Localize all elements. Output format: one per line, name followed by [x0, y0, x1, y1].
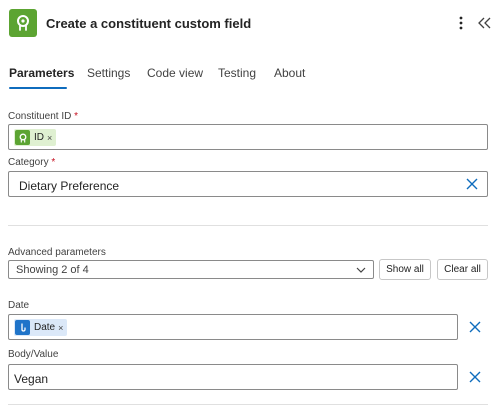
- connector-logo-icon: [9, 9, 37, 37]
- body-value-text: Vegan: [14, 372, 49, 386]
- collapse-panel-icon[interactable]: [476, 12, 494, 34]
- tab-bar: Parameters Settings Code view Testing Ab…: [0, 60, 500, 92]
- dropdown-selected-value: Showing 2 of 4: [16, 264, 89, 276]
- date-field[interactable]: Date ×: [8, 314, 458, 340]
- panel-header: Create a constituent custom field: [0, 0, 500, 46]
- chevron-down-icon: [356, 267, 366, 273]
- body-value-field[interactable]: Vegan: [8, 364, 458, 390]
- connector-token-icon: [15, 130, 30, 145]
- constituent-id-label: Constituent ID *: [8, 111, 79, 122]
- show-all-button[interactable]: Show all: [379, 259, 431, 280]
- token-label: ID: [34, 132, 44, 143]
- page-title: Create a constituent custom field: [46, 16, 252, 31]
- clear-body-value-icon[interactable]: [466, 368, 484, 386]
- body-value-label: Body/Value: [8, 349, 59, 360]
- active-tab-indicator: [9, 87, 67, 89]
- tab-parameters[interactable]: Parameters: [9, 66, 74, 80]
- category-label: Category *: [8, 157, 56, 168]
- date-label: Date: [8, 300, 30, 311]
- advanced-parameters-dropdown[interactable]: Showing 2 of 4: [8, 260, 374, 279]
- constituent-id-token[interactable]: ID ×: [14, 129, 57, 146]
- tab-code-view[interactable]: Code view: [147, 66, 203, 80]
- category-field[interactable]: Dietary Preference: [8, 171, 488, 197]
- tab-testing[interactable]: Testing: [218, 66, 256, 80]
- clear-all-button[interactable]: Clear all: [437, 259, 488, 280]
- category-value: Dietary Preference: [19, 179, 120, 193]
- tab-about[interactable]: About: [274, 66, 305, 80]
- clear-date-icon[interactable]: [466, 318, 484, 336]
- advanced-parameters-label: Advanced parameters: [8, 247, 106, 258]
- more-options-icon[interactable]: [452, 12, 470, 34]
- remove-token-icon[interactable]: ×: [47, 133, 52, 143]
- section-divider: [8, 225, 488, 226]
- token-label: Date: [34, 322, 56, 333]
- tab-settings[interactable]: Settings: [87, 66, 130, 80]
- trigger-token-icon: [15, 320, 30, 335]
- date-token[interactable]: Date ×: [14, 319, 68, 336]
- constituent-id-field[interactable]: ID ×: [8, 124, 488, 150]
- remove-token-icon[interactable]: ×: [58, 323, 63, 333]
- clear-category-icon[interactable]: [463, 175, 481, 193]
- bottom-divider: [8, 404, 488, 405]
